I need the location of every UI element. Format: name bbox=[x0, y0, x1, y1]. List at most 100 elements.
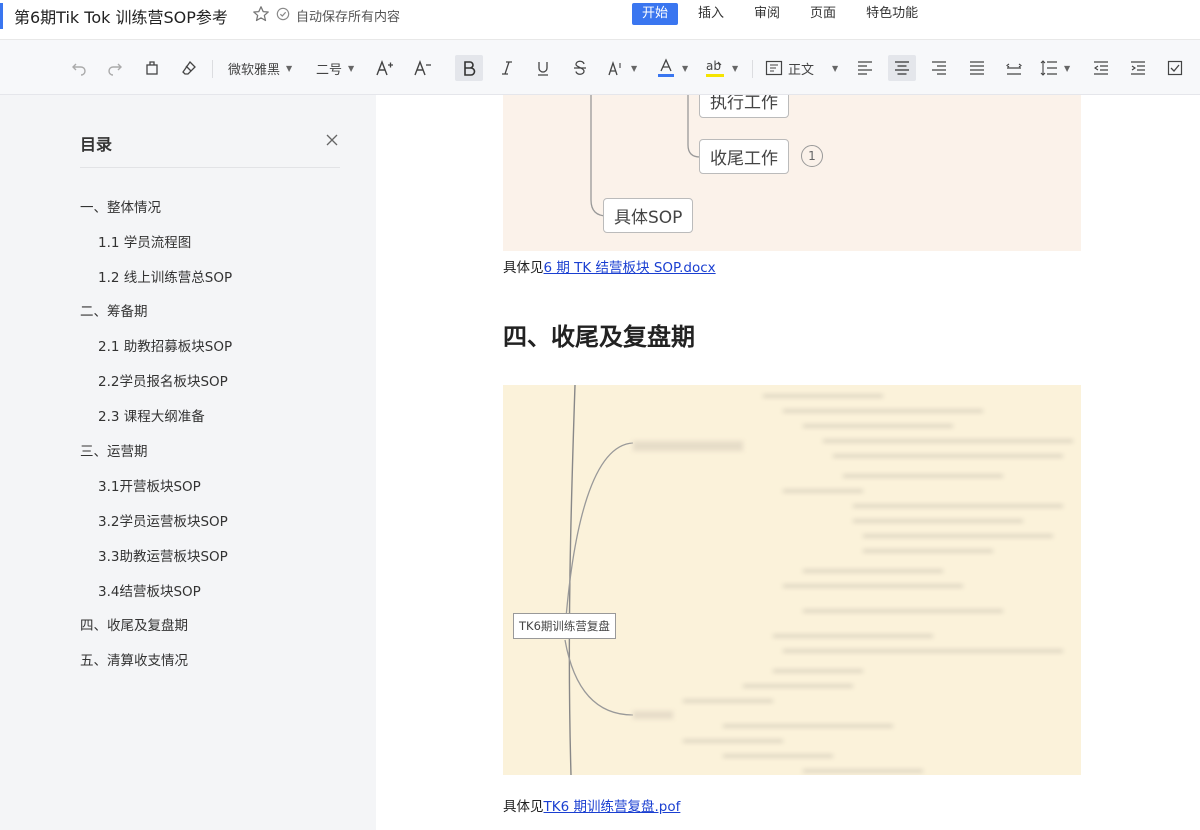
align-center-button[interactable] bbox=[888, 55, 916, 81]
toc-title: 目录 bbox=[80, 135, 113, 154]
justify-icon bbox=[970, 61, 984, 75]
saved-check-icon bbox=[276, 7, 290, 21]
italic-button[interactable] bbox=[496, 55, 518, 81]
menu-insert[interactable]: 插入 bbox=[688, 3, 734, 25]
decrease-font-button[interactable] bbox=[412, 55, 434, 81]
task-list-button[interactable] bbox=[1164, 55, 1186, 81]
toc-item[interactable]: 1.1 学员流程图 bbox=[98, 231, 191, 251]
undo-button[interactable] bbox=[68, 55, 90, 81]
toc-item[interactable]: 2.2学员报名板块SOP bbox=[98, 370, 228, 390]
chevron-down-icon: ▼ bbox=[732, 63, 739, 73]
toc-item[interactable]: 3.1开营板块SOP bbox=[98, 475, 201, 495]
paragraph-style-icon bbox=[765, 60, 783, 76]
underline-button[interactable] bbox=[532, 55, 554, 81]
checkbox-icon bbox=[1167, 60, 1183, 76]
text-effect-icon bbox=[608, 60, 621, 76]
toc-sidebar: 目录 一、整体情况 1.1 学员流程图 1.2 线上训练营总SOP 二、筹备期 … bbox=[0, 95, 376, 830]
paragraph-prefix: 具体见 bbox=[503, 260, 544, 276]
align-left-button[interactable] bbox=[854, 55, 876, 81]
highlight-button[interactable]: ab ▼ bbox=[704, 55, 742, 81]
close-icon[interactable] bbox=[325, 133, 339, 147]
chevron-down-icon: ▼ bbox=[1064, 63, 1071, 73]
paragraph-prefix: 具体见 bbox=[503, 799, 544, 815]
formatting-toolbar: 微软雅黑 ▼ 二号 ▼ ▼ ▼ ab ▼ 正文 ▼ ▼ bbox=[0, 40, 1200, 95]
font-family-value: 微软雅黑 bbox=[228, 62, 281, 78]
toc-item[interactable]: 3.2学员运营板块SOP bbox=[98, 510, 228, 530]
toc-item[interactable]: 二、筹备期 bbox=[80, 300, 148, 320]
document-title[interactable]: 第6期Tik Tok 训练营SOP参考 bbox=[14, 4, 228, 28]
toc-item[interactable]: 一、整体情况 bbox=[80, 196, 161, 216]
title-accent-bar bbox=[0, 3, 3, 29]
font-size-value: 二号 bbox=[316, 62, 343, 78]
distribute-button[interactable] bbox=[1003, 55, 1025, 81]
document-canvas[interactable]: 执行工作 收尾工作 1 具体SOP 具体见6 期 TK 结营板块 SOP.doc… bbox=[376, 95, 1200, 830]
eraser-icon bbox=[182, 60, 196, 75]
file-link-sop-docx[interactable]: 6 期 TK 结营板块 SOP.docx bbox=[544, 260, 716, 276]
toc-item[interactable]: 2.3 课程大纲准备 bbox=[98, 405, 205, 425]
decrease-indent-button[interactable] bbox=[1090, 55, 1112, 81]
font-color-button[interactable]: ▼ bbox=[656, 55, 692, 81]
format-painter-button[interactable] bbox=[141, 55, 163, 81]
underline-icon bbox=[538, 62, 548, 76]
bold-button[interactable] bbox=[455, 55, 483, 81]
font-family-select[interactable]: 微软雅黑 ▼ bbox=[228, 55, 304, 81]
toc-item[interactable]: 3.4结营板块SOP bbox=[98, 580, 201, 600]
increase-indent-icon bbox=[1131, 61, 1145, 75]
mindmap-image-sop[interactable]: 执行工作 收尾工作 1 具体SOP bbox=[503, 95, 1081, 251]
main-menu: 开始 插入 审阅 页面 特色功能 bbox=[632, 3, 938, 25]
mindmap-node: 执行工作 bbox=[699, 95, 789, 118]
bold-icon bbox=[464, 61, 476, 76]
toc-item[interactable]: 1.2 线上训练营总SOP bbox=[98, 266, 232, 286]
paragraph-style-value: 正文 bbox=[788, 62, 815, 78]
paragraph-style-select[interactable]: 正文 ▼ bbox=[765, 55, 843, 81]
toc-item[interactable]: 三、运营期 bbox=[80, 440, 148, 460]
section-heading: 四、收尾及复盘期 bbox=[503, 323, 695, 351]
clear-format-button[interactable] bbox=[178, 55, 200, 81]
chevron-down-icon: ▼ bbox=[631, 63, 638, 73]
redo-button[interactable] bbox=[104, 55, 126, 81]
mindmap-connectors bbox=[590, 95, 701, 217]
toc-item[interactable]: 3.3助教运营板块SOP bbox=[98, 545, 228, 565]
text-effect-button[interactable]: ▼ bbox=[607, 55, 643, 81]
toc-item[interactable]: 四、收尾及复盘期 bbox=[80, 614, 188, 634]
distribute-icon bbox=[1006, 63, 1022, 75]
mindmap-image-review[interactable]: TK6期训练营复盘 bbox=[503, 385, 1081, 775]
format-painter-icon bbox=[146, 61, 158, 75]
menu-special-features[interactable]: 特色功能 bbox=[856, 3, 928, 25]
align-right-icon bbox=[932, 61, 946, 75]
svg-text:ab: ab bbox=[706, 59, 721, 73]
undo-icon bbox=[72, 63, 86, 76]
star-icon[interactable] bbox=[252, 5, 270, 23]
chevron-down-icon: ▼ bbox=[832, 63, 839, 73]
increase-font-button[interactable] bbox=[374, 55, 396, 81]
justify-button[interactable] bbox=[966, 55, 988, 81]
menu-start[interactable]: 开始 bbox=[632, 3, 679, 25]
line-spacing-button[interactable]: ▼ bbox=[1040, 55, 1080, 81]
increase-indent-button[interactable] bbox=[1127, 55, 1149, 81]
toc-item[interactable]: 2.1 助教招募板块SOP bbox=[98, 335, 232, 355]
paragraph-reference-2: 具体见TK6 期训练营复盘.pof bbox=[503, 795, 680, 815]
toc-item[interactable]: 五、清算收支情况 bbox=[80, 649, 188, 669]
mindmap-node: 具体SOP bbox=[603, 198, 694, 233]
blurred-mindmap-branches bbox=[623, 385, 1081, 775]
mindmap-node: 收尾工作 bbox=[699, 139, 789, 174]
line-spacing-icon bbox=[1040, 60, 1057, 76]
chevron-down-icon: ▼ bbox=[348, 63, 355, 73]
mindmap-count-badge: 1 bbox=[801, 145, 823, 167]
highlight-icon: ab bbox=[706, 59, 724, 77]
align-right-button[interactable] bbox=[928, 55, 950, 81]
align-left-icon bbox=[858, 61, 872, 75]
menu-review[interactable]: 审阅 bbox=[744, 3, 790, 25]
chevron-down-icon: ▼ bbox=[286, 63, 293, 73]
paragraph-reference-1: 具体见6 期 TK 结营板块 SOP.docx bbox=[503, 256, 716, 276]
decrease-indent-icon bbox=[1094, 61, 1108, 75]
toc-divider bbox=[80, 167, 340, 168]
italic-icon bbox=[502, 61, 512, 75]
increase-font-icon bbox=[376, 60, 393, 76]
file-link-review-pdf[interactable]: TK6 期训练营复盘.pof bbox=[544, 799, 681, 815]
menu-page[interactable]: 页面 bbox=[800, 3, 846, 25]
title-bar: 第6期Tik Tok 训练营SOP参考 自动保存所有内容 开始 插入 审阅 页面… bbox=[0, 0, 1200, 40]
font-size-select[interactable]: 二号 ▼ bbox=[316, 55, 362, 81]
font-color-icon bbox=[658, 58, 674, 77]
strikethrough-button[interactable] bbox=[569, 55, 591, 81]
